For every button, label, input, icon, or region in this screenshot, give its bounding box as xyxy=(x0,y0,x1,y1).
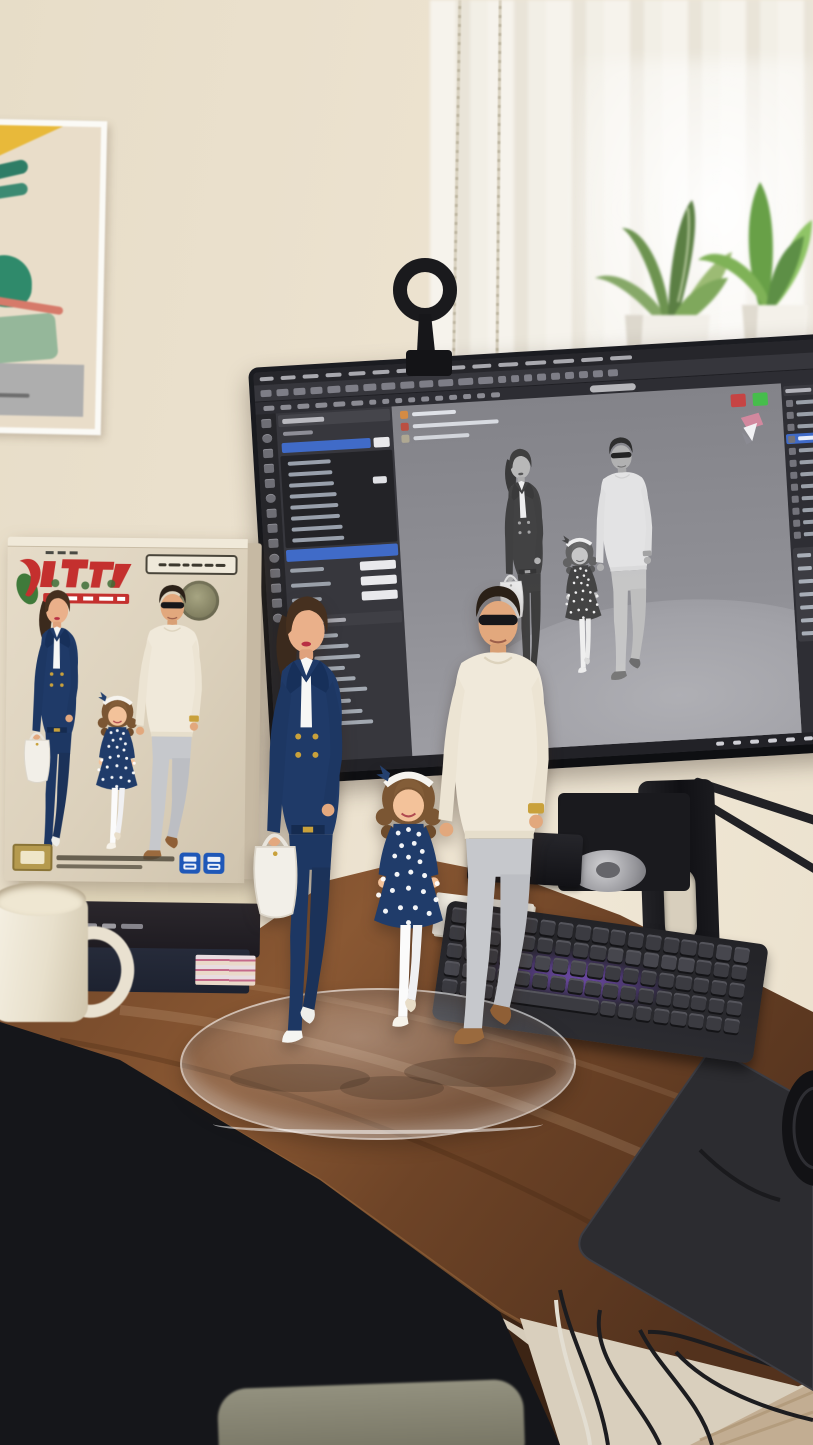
keycap xyxy=(660,954,677,970)
keycap xyxy=(690,995,707,1011)
keycap xyxy=(635,1005,652,1021)
maker-logo-left xyxy=(179,852,200,873)
keycap xyxy=(617,1002,634,1018)
keycap xyxy=(723,1017,740,1033)
keycap xyxy=(587,962,604,978)
keycap xyxy=(605,965,622,981)
keycap xyxy=(600,1000,617,1016)
info-banner xyxy=(145,554,237,575)
keycap xyxy=(708,997,725,1013)
keycap xyxy=(673,992,690,1008)
keycap xyxy=(607,947,624,963)
photo-desk-scene xyxy=(0,0,813,1445)
keycap xyxy=(731,964,748,980)
keycap xyxy=(706,1015,723,1031)
keycap xyxy=(622,967,639,983)
box-front-panel xyxy=(4,537,248,883)
packaging-box xyxy=(4,537,262,884)
keycap xyxy=(728,982,745,998)
keycap xyxy=(640,969,657,985)
keycap xyxy=(592,927,609,943)
box-family-artwork xyxy=(12,577,222,879)
keycap xyxy=(726,1000,743,1016)
keycap xyxy=(680,939,697,955)
keycap xyxy=(733,946,750,962)
keycap xyxy=(625,949,642,965)
maker-logo-right xyxy=(203,853,224,874)
keycap xyxy=(688,1012,705,1028)
keycap xyxy=(670,1010,687,1026)
keycap xyxy=(698,941,715,957)
keycap xyxy=(655,990,672,1006)
keycap xyxy=(627,932,644,948)
keycap xyxy=(585,980,602,996)
keycap xyxy=(620,985,637,1001)
box-footer-text xyxy=(56,855,174,869)
keycap xyxy=(653,1007,670,1023)
keycap xyxy=(695,959,712,975)
keycap xyxy=(610,929,627,945)
corner-badge xyxy=(12,844,52,871)
keycap xyxy=(678,957,695,973)
keycap xyxy=(642,952,659,968)
keycap xyxy=(638,987,655,1003)
box-top-flap xyxy=(8,537,248,550)
keycap xyxy=(590,944,607,960)
maker-logo xyxy=(179,852,224,873)
keycap xyxy=(693,977,710,993)
keycap xyxy=(663,937,680,953)
chair-back xyxy=(217,1379,525,1445)
family-figurines xyxy=(236,578,581,1072)
keycap xyxy=(675,974,692,990)
keycap xyxy=(711,979,728,995)
keycap xyxy=(658,972,675,988)
mug xyxy=(0,882,98,1028)
keycap xyxy=(715,944,732,960)
keycap xyxy=(645,934,662,950)
keycap xyxy=(602,982,619,998)
keycap xyxy=(713,962,730,978)
